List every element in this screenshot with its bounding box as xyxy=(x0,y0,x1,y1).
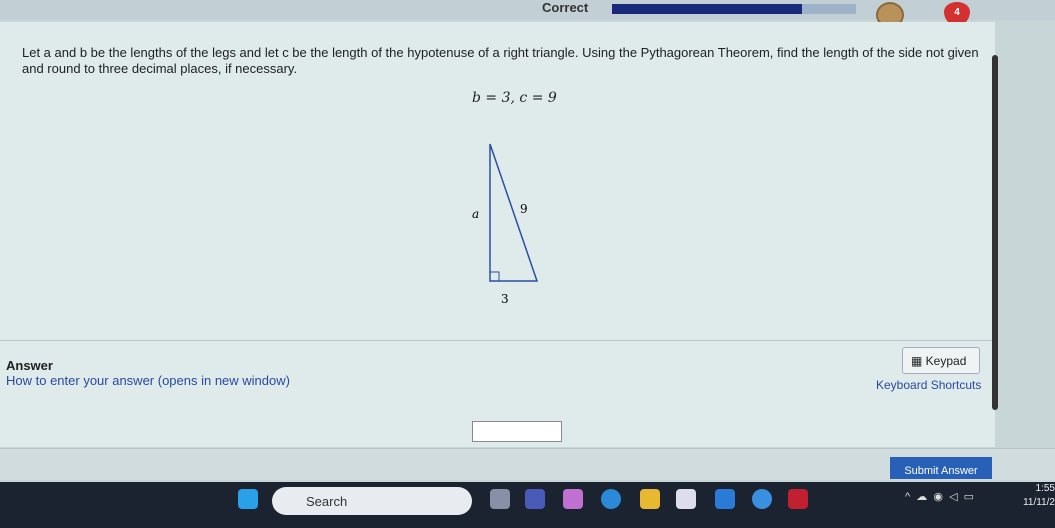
triangle-shape xyxy=(489,143,539,282)
question-text: Let a and b be the lengths of the legs a… xyxy=(22,45,979,76)
mcafee-icon[interactable] xyxy=(788,489,808,509)
teams-icon[interactable] xyxy=(525,489,545,509)
system-tray[interactable]: ^ ☁ ◉ ◁ ▭ xyxy=(905,490,974,503)
store-icon[interactable] xyxy=(676,489,696,509)
divider xyxy=(0,340,995,341)
calculator-icon: ▦ xyxy=(911,354,926,368)
keypad-label: Keypad xyxy=(925,354,967,368)
keyboard-shortcuts-link[interactable]: Keyboard Shortcuts xyxy=(876,378,981,392)
date: 11/11/2 xyxy=(1023,497,1055,508)
progress-fill xyxy=(612,4,803,14)
clock[interactable]: 1:55 11/11/2 xyxy=(1018,482,1055,510)
app-icon[interactable] xyxy=(715,489,735,509)
submit-answer-button[interactable]: Submit Answer xyxy=(890,457,992,479)
label-a: a xyxy=(472,207,479,221)
status-label: Correct xyxy=(542,0,589,15)
progress-bar xyxy=(612,4,856,14)
windows-start-icon[interactable] xyxy=(238,489,258,509)
right-triangle-diagram: a 9 3 xyxy=(472,143,539,306)
given-equation: b = 3, c = 9 xyxy=(472,90,557,106)
answer-input[interactable] xyxy=(472,421,562,442)
task-view-icon[interactable] xyxy=(490,489,510,509)
time: 1:55 xyxy=(1035,483,1055,494)
answer-heading: Answer xyxy=(6,358,53,373)
search-label: Search xyxy=(306,494,348,509)
edge-icon[interactable] xyxy=(601,489,621,509)
keypad-button[interactable]: ▦ Keypad xyxy=(902,347,980,374)
label-c: 9 xyxy=(520,202,528,216)
label-b: 3 xyxy=(501,292,509,306)
scrollbar[interactable] xyxy=(992,55,998,410)
file-explorer-icon[interactable] xyxy=(640,489,660,509)
taskbar-search[interactable]: Search xyxy=(272,487,472,515)
help-icon[interactable] xyxy=(752,489,772,509)
right-angle-mark xyxy=(489,271,500,282)
howto-link[interactable]: How to enter your answer (opens in new w… xyxy=(6,373,290,388)
copilot-icon[interactable] xyxy=(563,489,583,509)
